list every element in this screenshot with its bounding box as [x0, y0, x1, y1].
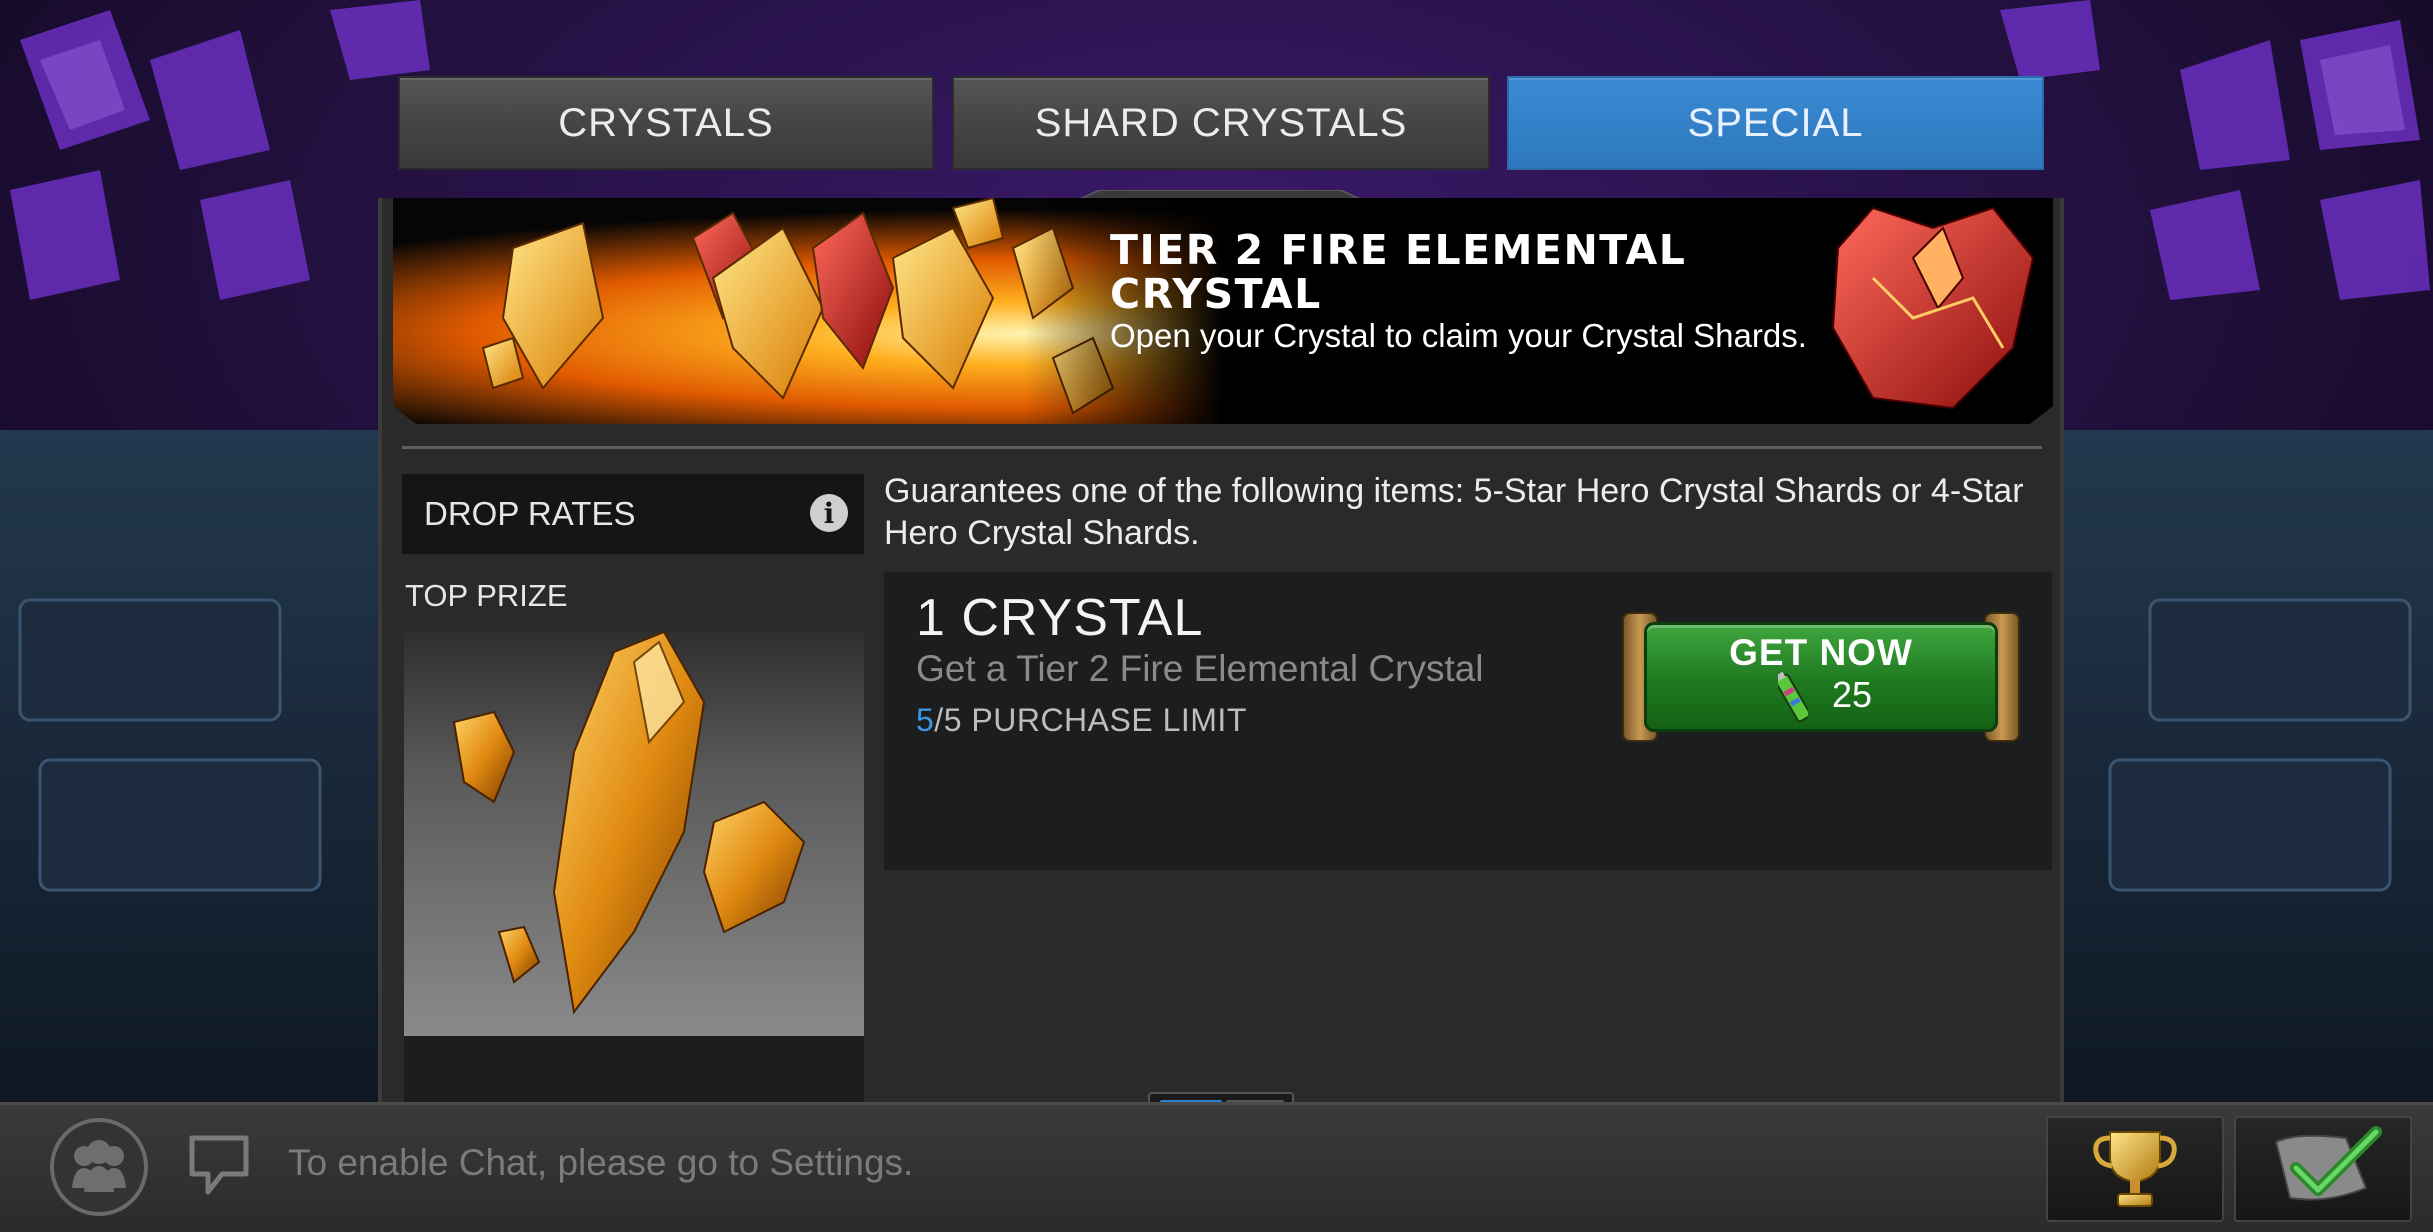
quests-button[interactable]	[2234, 1116, 2412, 1222]
top-prize-image	[404, 632, 864, 1036]
battery-icon	[1778, 671, 1808, 723]
tab-crystals[interactable]: CRYSTALS	[398, 76, 934, 170]
top-prize-label: TOP PRIZE	[405, 578, 568, 613]
offer-title: 1 CRYSTAL	[916, 589, 1204, 647]
get-now-price: 25	[1832, 674, 1873, 715]
chat-icon[interactable]	[188, 1130, 250, 1200]
guarantee-text: Guarantees one of the following items: 5…	[884, 472, 2024, 552]
alliance-button[interactable]	[50, 1118, 148, 1216]
crystal-shards-icon	[452, 632, 806, 1015]
trophy-icon	[2093, 1131, 2177, 1207]
purchase-limit: 5/5 PURCHASE LIMIT	[916, 702, 1247, 739]
info-icon[interactable]: i	[810, 494, 848, 532]
tab-shard-crystals[interactable]: SHARD CRYSTALS	[952, 76, 1490, 170]
banner-title: TIER 2 FIRE ELEMENTAL CRYSTAL	[1110, 226, 1687, 318]
purchase-limit-current: 5	[916, 702, 935, 738]
get-now-label: GET NOW	[1729, 632, 1913, 673]
drop-rates-button[interactable]: DROP RATES i	[402, 474, 864, 554]
prize-footer	[404, 1036, 864, 1102]
drop-rates-label: DROP RATES	[424, 495, 636, 532]
tab-special[interactable]: SPECIAL	[1507, 76, 2044, 170]
people-icon	[72, 1140, 126, 1192]
get-now-button[interactable]: GET NOW	[1622, 612, 2020, 742]
quest-check-icon	[2274, 1126, 2382, 1201]
divider	[402, 446, 2042, 449]
chat-hint: To enable Chat, please go to Settings.	[288, 1142, 914, 1183]
trophy-button[interactable]	[2046, 1116, 2224, 1222]
banner-description: Open your Crystal to claim your Crystal …	[1110, 317, 1807, 354]
offer-subtitle: Get a Tier 2 Fire Elemental Crystal	[916, 648, 1484, 689]
purchase-limit-rest: /5 PURCHASE LIMIT	[934, 702, 1247, 738]
